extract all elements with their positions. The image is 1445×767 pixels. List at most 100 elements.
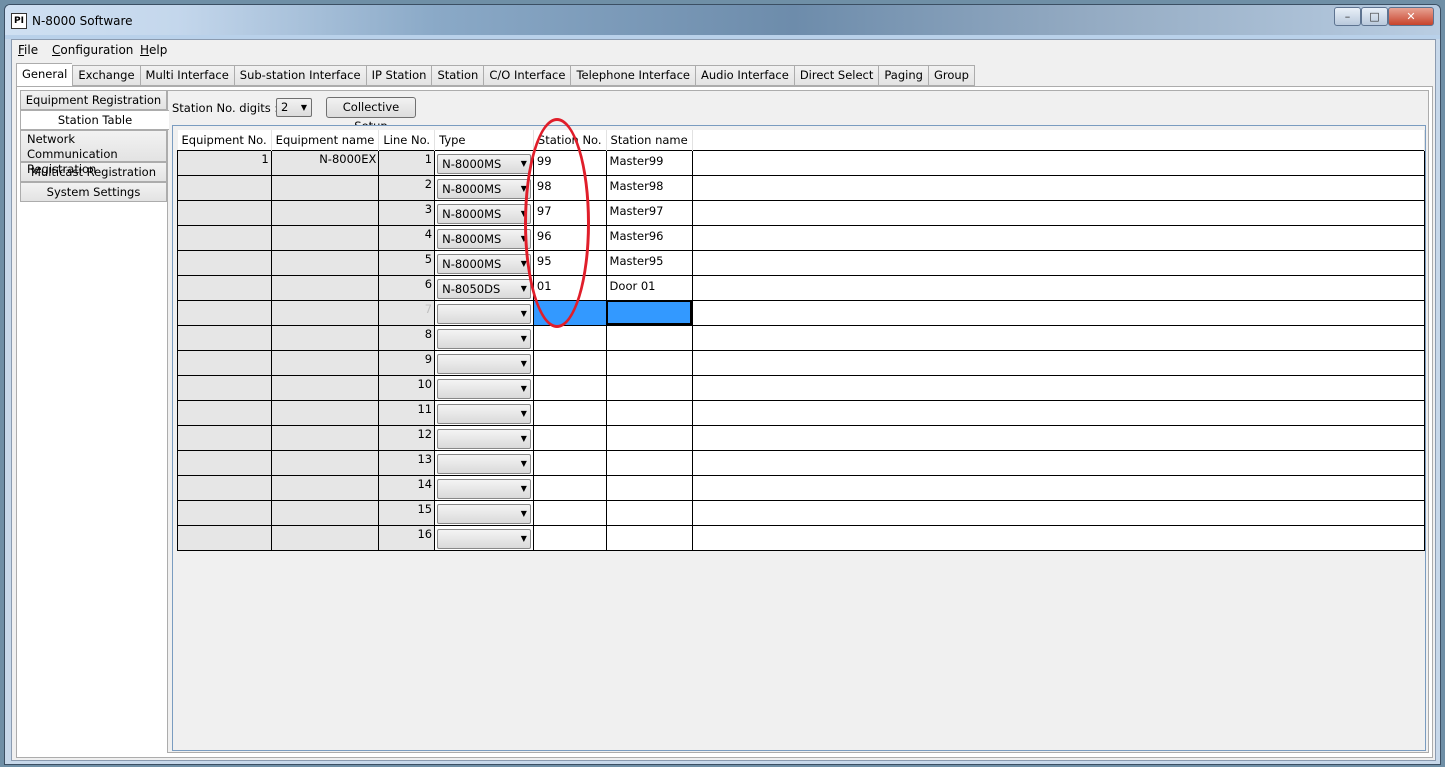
station-name-cell[interactable] <box>605 375 693 401</box>
station-no-cell[interactable]: 95 <box>532 250 607 276</box>
type-cell[interactable]: N-8050DS ▼ <box>434 275 534 301</box>
type-select[interactable]: ▼ <box>437 503 531 524</box>
side-tab-network-communication-registration[interactable]: Network Communication Registration <box>20 130 167 176</box>
line-no-cell[interactable]: 16 <box>378 525 436 551</box>
table-row[interactable]: 15 ▼ <box>177 500 1426 526</box>
close-button[interactable]: ✕ <box>1388 7 1434 26</box>
type-cell[interactable]: N-8000MS ▼ <box>434 250 534 276</box>
column-header[interactable]: Type <box>434 130 534 150</box>
type-select[interactable]: N-8000MS ▼ <box>437 253 531 274</box>
line-no-cell[interactable]: 4 <box>378 225 436 251</box>
type-select[interactable]: N-8000MS ▼ <box>437 203 531 224</box>
tab-direct-select[interactable]: Direct Select <box>793 65 879 86</box>
equipment-name-cell[interactable] <box>270 450 380 476</box>
line-no-cell[interactable]: 10 <box>378 375 436 401</box>
table-row[interactable]: 13 ▼ <box>177 450 1426 476</box>
type-cell[interactable]: N-8000MS ▼ <box>434 175 534 201</box>
station-no-cell[interactable]: 98 <box>532 175 607 201</box>
type-cell[interactable]: ▼ <box>434 350 534 376</box>
collective-setup-button[interactable]: Collective Setup <box>326 97 416 133</box>
line-no-cell[interactable]: 15 <box>378 500 436 526</box>
type-cell[interactable]: N-8000MS ▼ <box>434 200 534 226</box>
table-row[interactable]: 7 ▼ <box>177 300 1426 326</box>
station-name-cell[interactable]: Master99 <box>605 149 693 176</box>
station-no-cell[interactable]: 01 <box>532 275 607 301</box>
station-name-cell[interactable] <box>605 450 693 476</box>
table-row[interactable]: 8 ▼ <box>177 325 1426 351</box>
equipment-name-cell[interactable] <box>270 275 380 301</box>
equipment-no-cell[interactable] <box>177 400 272 426</box>
type-cell[interactable]: ▼ <box>434 525 534 551</box>
station-name-cell[interactable]: Master95 <box>605 250 693 276</box>
side-tab-station-table[interactable]: Station Table <box>20 110 169 130</box>
side-tab-system-settings[interactable]: System Settings <box>20 182 167 202</box>
station-name-cell[interactable]: Door 01 <box>605 275 693 301</box>
tab-group[interactable]: Group <box>927 65 975 86</box>
line-no-cell[interactable]: 1 <box>378 149 436 176</box>
equipment-no-cell[interactable] <box>177 500 272 526</box>
station-name-cell[interactable] <box>605 425 693 451</box>
tab-telephone-interface[interactable]: Telephone Interface <box>570 65 695 86</box>
line-no-cell[interactable]: 7 <box>378 300 436 326</box>
station-no-cell[interactable] <box>532 450 607 476</box>
equipment-no-cell[interactable] <box>177 175 272 201</box>
type-select[interactable]: N-8000MS ▼ <box>437 228 531 249</box>
equipment-name-cell[interactable] <box>270 525 380 551</box>
table-row[interactable]: 12 ▼ <box>177 425 1426 451</box>
minimize-button[interactable]: – <box>1334 7 1361 26</box>
tab-c-o-interface[interactable]: C/O Interface <box>483 65 571 86</box>
side-tab-multicast-registration[interactable]: Multicast Registration <box>20 162 167 182</box>
type-select[interactable]: ▼ <box>437 378 531 399</box>
line-no-cell[interactable]: 9 <box>378 350 436 376</box>
tab-multi-interface[interactable]: Multi Interface <box>139 65 234 86</box>
equipment-name-cell[interactable] <box>270 475 380 501</box>
table-row[interactable]: 1 N-8000EX 1 N-8000MS ▼ 99 Master99 <box>177 149 1426 176</box>
station-name-cell[interactable]: Master98 <box>605 175 693 201</box>
line-no-cell[interactable]: 6 <box>378 275 436 301</box>
equipment-no-cell[interactable] <box>177 275 272 301</box>
station-no-cell[interactable]: 99 <box>532 149 607 176</box>
tab-paging[interactable]: Paging <box>878 65 928 86</box>
tab-sub-station-interface[interactable]: Sub-station Interface <box>233 65 366 86</box>
station-no-cell[interactable] <box>532 325 607 351</box>
table-row[interactable]: 4 N-8000MS ▼ 96 Master96 <box>177 225 1426 251</box>
tab-ip-station[interactable]: IP Station <box>365 65 432 86</box>
equipment-name-cell[interactable]: N-8000EX <box>270 149 380 176</box>
station-no-cell[interactable] <box>532 375 607 401</box>
type-select[interactable]: ▼ <box>437 328 531 349</box>
table-row[interactable]: 6 N-8050DS ▼ 01 Door 01 <box>177 275 1426 301</box>
type-cell[interactable]: ▼ <box>434 450 534 476</box>
tab-station[interactable]: Station <box>431 65 484 86</box>
table-row[interactable]: 10 ▼ <box>177 375 1426 401</box>
equipment-name-cell[interactable] <box>270 350 380 376</box>
type-select[interactable]: ▼ <box>437 428 531 449</box>
table-row[interactable]: 16 ▼ <box>177 525 1426 551</box>
station-grid[interactable]: Equipment No. Equipment name Line No. Type S… <box>172 125 1426 751</box>
equipment-name-cell[interactable] <box>270 325 380 351</box>
equipment-name-cell[interactable] <box>270 300 380 326</box>
line-no-cell[interactable]: 3 <box>378 200 436 226</box>
equipment-name-cell[interactable] <box>270 175 380 201</box>
table-row[interactable]: 9 ▼ <box>177 350 1426 376</box>
column-header[interactable]: Station name <box>606 130 693 150</box>
type-select[interactable]: N-8000MS ▼ <box>437 178 531 199</box>
station-no-cell[interactable] <box>532 300 607 326</box>
station-name-cell[interactable] <box>605 350 693 376</box>
equipment-no-cell[interactable] <box>177 200 272 226</box>
tab-audio-interface[interactable]: Audio Interface <box>694 65 794 86</box>
equipment-name-cell[interactable] <box>270 225 380 251</box>
table-row[interactable]: 14 ▼ <box>177 475 1426 501</box>
type-cell[interactable]: ▼ <box>434 300 534 326</box>
equipment-no-cell[interactable] <box>177 375 272 401</box>
equipment-name-cell[interactable] <box>270 375 380 401</box>
equipment-name-cell[interactable] <box>270 200 380 226</box>
column-header[interactable]: Line No. <box>378 130 436 150</box>
station-name-cell[interactable] <box>605 300 693 326</box>
line-no-cell[interactable]: 14 <box>378 475 436 501</box>
equipment-no-cell[interactable] <box>177 350 272 376</box>
line-no-cell[interactable]: 8 <box>378 325 436 351</box>
type-select[interactable]: N-8000MS ▼ <box>437 153 531 174</box>
type-select[interactable]: ▼ <box>437 403 531 424</box>
type-cell[interactable]: ▼ <box>434 375 534 401</box>
station-no-cell[interactable] <box>532 425 607 451</box>
